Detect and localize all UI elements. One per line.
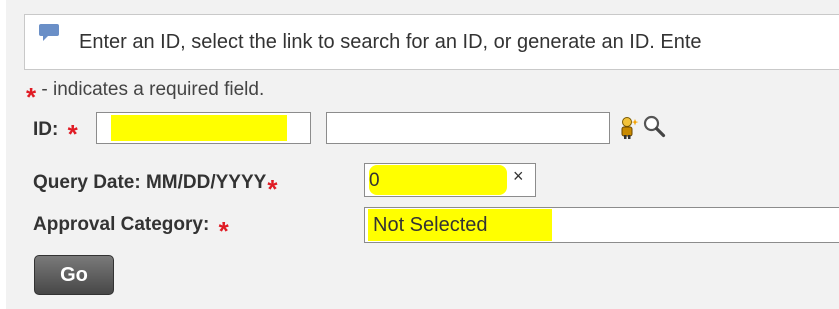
query-date-value: 0 bbox=[369, 170, 380, 191]
approval-category-label-row: Approval Category: * bbox=[33, 212, 229, 244]
required-marker: * bbox=[26, 82, 37, 112]
required-marker: * bbox=[267, 174, 278, 204]
approval-category-value: Not Selected bbox=[373, 214, 488, 236]
required-note-text: - indicates a required field. bbox=[41, 79, 265, 101]
magnifier-icon[interactable] bbox=[642, 114, 666, 138]
redaction-highlight bbox=[111, 115, 287, 141]
id-description-field[interactable] bbox=[326, 112, 610, 144]
id-label: ID: bbox=[33, 119, 59, 141]
query-date-label: Query Date: MM/DD/YYYY bbox=[33, 172, 267, 194]
speech-bubble-icon bbox=[39, 24, 59, 42]
query-date-label-row: Query Date: MM/DD/YYYY* bbox=[33, 170, 277, 202]
redaction-highlight bbox=[369, 165, 507, 195]
info-text: Enter an ID, select the link to search f… bbox=[79, 31, 702, 53]
go-button[interactable]: Go bbox=[34, 255, 114, 295]
required-field-note: * - indicates a required field. bbox=[26, 77, 265, 110]
required-marker: * bbox=[218, 216, 229, 246]
info-message-box: Enter an ID, select the link to search f… bbox=[24, 14, 839, 70]
approval-category-label: Approval Category: bbox=[33, 214, 210, 236]
clear-date-icon[interactable]: × bbox=[513, 167, 524, 185]
id-label-row: ID: * bbox=[33, 117, 78, 147]
query-date-input[interactable]: 0 × bbox=[364, 163, 536, 197]
approval-category-select[interactable]: Not Selected bbox=[364, 207, 839, 243]
id-input[interactable] bbox=[96, 112, 311, 144]
required-marker: * bbox=[67, 119, 78, 149]
person-icon[interactable] bbox=[618, 116, 642, 140]
